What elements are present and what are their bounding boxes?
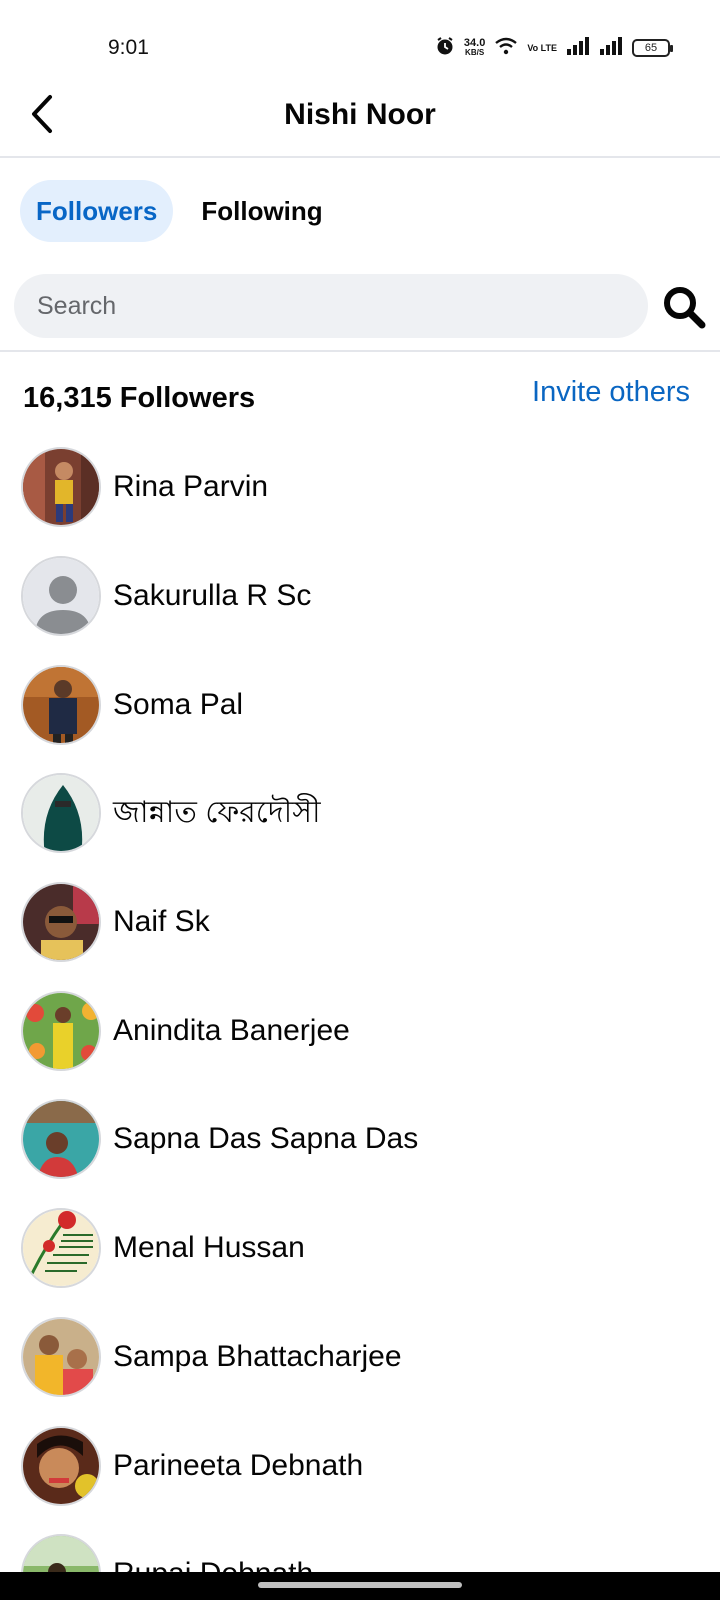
list-item[interactable]: Sapna Das Sapna Das — [0, 1085, 720, 1194]
avatar — [21, 773, 101, 854]
list-item[interactable]: Soma Pal — [0, 650, 720, 759]
signal-icon-sim1 — [566, 36, 590, 60]
avatar — [21, 1425, 101, 1506]
avatar — [21, 990, 101, 1071]
followers-count: 16,315 Followers — [23, 382, 256, 414]
navigation-bar — [0, 1572, 720, 1600]
status-time: 9:01 — [108, 36, 149, 59]
status-bar: 9:01 34.0 KB/S Vo LTE 65 — [0, 0, 720, 80]
battery-icon: 65 — [632, 39, 673, 57]
tab-followers[interactable]: Followers — [20, 180, 174, 242]
follower-name: জান্নাত ফেরদৌসী — [113, 795, 321, 829]
list-item[interactable]: Parineeta Debnath — [0, 1411, 720, 1520]
list-item[interactable]: Sakurulla R Sc — [0, 542, 720, 651]
search-button[interactable] — [661, 284, 707, 330]
avatar — [21, 1208, 101, 1289]
avatar — [21, 882, 101, 963]
status-icons: 34.0 KB/S Vo LTE 65 — [435, 36, 673, 61]
home-indicator[interactable] — [258, 1582, 462, 1588]
list-item[interactable]: Sampa Bhattacharjee — [0, 1303, 720, 1412]
list-item[interactable]: জান্নাত ফেরদৌসী — [0, 759, 720, 868]
follower-name: Sakurulla R Sc — [113, 579, 312, 613]
tab-following[interactable]: Following — [185, 180, 338, 242]
page-title: Nishi Noor — [284, 98, 436, 131]
list-item[interactable]: Menal Hussan — [0, 1194, 720, 1303]
search-row — [14, 274, 710, 338]
header: Nishi Noor — [0, 80, 720, 158]
follower-name: Anindita Banerjee — [113, 1013, 350, 1047]
follower-name: Parineeta Debnath — [113, 1448, 364, 1482]
invite-others-link[interactable]: Invite others — [532, 376, 690, 409]
volte-indicator: Vo LTE — [527, 42, 557, 53]
follower-name: Sampa Bhattacharjee — [113, 1339, 402, 1373]
tab-bar: Followers Following — [20, 180, 339, 242]
avatar — [21, 1099, 101, 1180]
alarm-icon — [435, 36, 455, 61]
wifi-icon — [494, 37, 518, 60]
divider — [0, 350, 720, 352]
signal-icon-sim2 — [599, 36, 623, 60]
avatar — [21, 664, 101, 745]
default-avatar-icon — [23, 558, 99, 635]
list-item[interactable]: Rina Parvin — [0, 433, 720, 542]
follower-name: Sapna Das Sapna Das — [113, 1122, 419, 1156]
follower-name: Soma Pal — [113, 687, 244, 721]
follower-name: Rina Parvin — [113, 470, 269, 504]
list-item[interactable]: Anindita Banerjee — [0, 976, 720, 1085]
avatar — [21, 447, 101, 528]
list-item[interactable]: Naif Sk — [0, 868, 720, 977]
follower-name: Menal Hussan — [113, 1231, 305, 1265]
search-input[interactable] — [14, 274, 648, 338]
avatar — [21, 1316, 101, 1397]
search-icon — [664, 287, 706, 329]
follower-name: Naif Sk — [113, 905, 210, 939]
avatar — [21, 556, 101, 637]
network-speed: 34.0 KB/S — [463, 37, 486, 58]
followers-list: Rina Parvin Sakurulla R Sc Soma Pal জান্… — [0, 433, 720, 1600]
